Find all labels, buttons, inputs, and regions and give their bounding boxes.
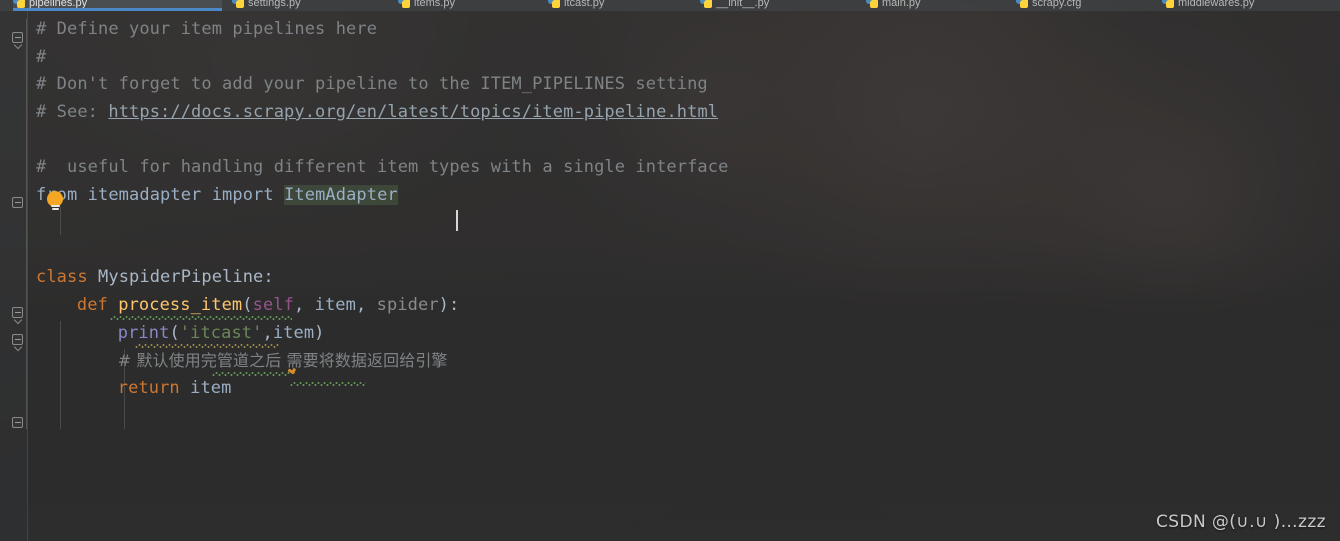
editor-tab-label: itcast.py [564,0,605,9]
editor-tab-items-py[interactable]: items.py [398,0,543,11]
python-file-icon [548,0,561,9]
code-token: ( [169,322,180,343]
fold-marker-collapse-arrow[interactable] [12,307,25,325]
code-token: # See: [36,101,109,122]
squiggle-myspiderpipeline [110,316,292,320]
code-token: item [190,377,232,398]
code-token: # Don't forget to add your pipeline to t… [36,74,708,95]
code-token: # useful for handling different item typ… [36,157,729,177]
code-token: itemadapter [77,184,212,205]
squiggle-chinese-comment [290,382,366,386]
code-token: ItemAdapter [284,184,398,205]
code-token: self [252,295,294,315]
editor-tab-label: scrapy.cfg [1032,0,1082,9]
code-token[interactable]: https://docs.scrapy.org/en/latest/topics… [108,102,718,122]
code-token: print [117,322,170,343]
code-token: def [76,295,108,315]
python-file-icon [398,0,411,9]
intention-lightbulb-icon[interactable] [46,191,64,211]
code-token: spider [376,295,439,315]
editor-tab-label: middlewares.py [1178,0,1255,9]
editor-tab-itcast-py[interactable]: itcast.py [548,0,693,11]
fold-marker-collapse-arrow[interactable] [12,334,25,352]
editor-tab-label: main.py [882,0,921,9]
python-file-icon [866,0,879,9]
inspection-warning-marker [287,367,297,377]
squiggle-process-item [135,344,279,348]
editor-tab-label: __init__.py [716,0,770,9]
editor-tab-label: settings.py [248,0,301,9]
code-token: ) [314,322,325,343]
fold-marker-collapse-square[interactable] [12,197,25,210]
code-token: item [272,322,315,343]
code-token: return [117,377,180,398]
python-file-icon [700,0,713,9]
editor-tab-main-py[interactable]: main.py [866,0,1011,11]
code-token: 'itcast' [179,322,263,343]
code-token: # Define your item pipelines here [36,19,378,39]
code-line-4: # See: https://docs.scrapy.org/en/latest… [36,99,718,127]
pycharm-editor-window: pipelines.py settings.py items.py itcast.py… [0,0,1340,541]
active-tab-underline [13,8,222,11]
editor-tab-bar[interactable]: pipelines.py settings.py items.py itcast.py… [0,0,1340,11]
code-line-6: # useful for handling different item typ… [36,154,728,182]
code-line-14: return item [118,375,232,403]
code-token: # 默认使用完管道之后 需要将数据返回给引擎 [117,351,448,371]
code-token: # [36,46,47,67]
python-file-icon [232,0,245,9]
code-token: process_item [118,295,243,315]
text-caret [456,210,458,231]
code-token: , [355,295,377,315]
code-token: item [314,295,356,315]
indent-guide-level-1 [60,321,61,429]
fold-marker-collapse-arrow[interactable] [12,32,25,50]
code-token: , [262,322,273,343]
editor-tab-scrapy-cfg[interactable]: scrapy.cfg [1016,0,1156,11]
code-line-3: # Don't forget to add your pipeline to t… [36,71,708,99]
text-file-icon [1016,0,1029,9]
csdn-watermark: CSDN @(∪.∪ )…zzz [1156,512,1326,532]
python-file-icon [1162,0,1175,9]
code-token: import [211,184,274,205]
editor-tab-settings-py[interactable]: settings.py [232,0,392,11]
code-line-2: # [36,44,46,72]
code-token: : [263,267,274,288]
code-token: class [36,267,88,288]
code-token: ( [242,295,253,315]
fold-rail-line [26,19,27,429]
code-line-1: # Define your item pipelines here [36,16,377,44]
indent-guide-import-block [60,207,61,235]
code-token: ): [438,295,460,315]
editor-tab--init-py[interactable]: __init__.py [700,0,860,11]
code-line-10: class MyspiderPipeline: [36,264,274,292]
editor-tab-middlewares-py[interactable]: middlewares.py [1162,0,1337,11]
code-token: , [293,295,315,315]
squiggle-itcast-string [212,372,290,376]
code-line-7: from itemadapter import ItemAdapter [36,182,398,210]
fold-marker-collapse-square[interactable] [12,417,25,430]
code-editor[interactable]: # Define your item pipelines here # # Don'… [0,11,1340,541]
code-token: MyspiderPipeline [98,267,264,288]
editor-gutter[interactable] [0,11,28,541]
editor-tab-label: items.py [414,0,455,9]
